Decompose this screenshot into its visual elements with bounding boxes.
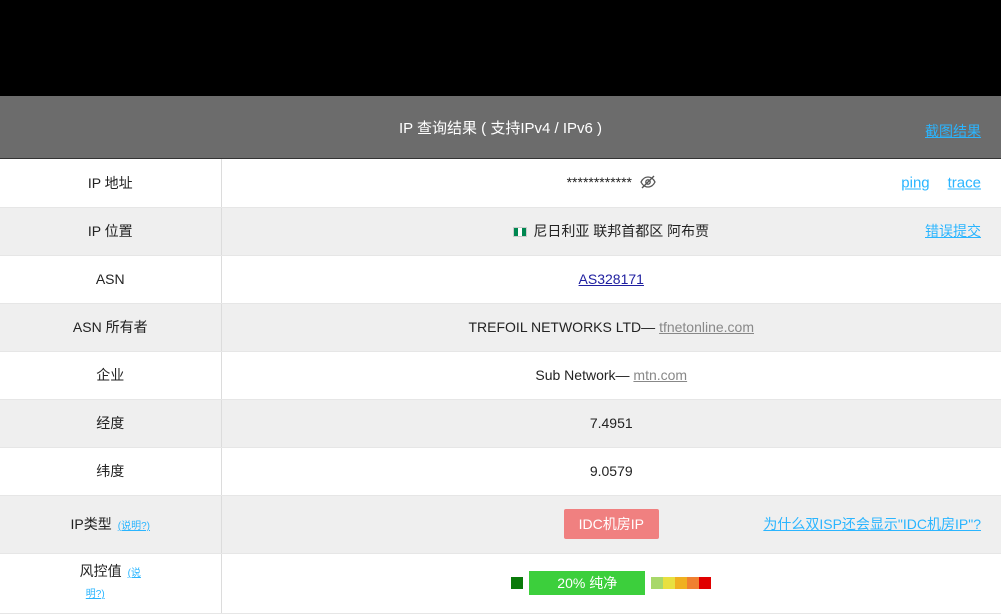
row-risk: 风控值 (说 明?) 20% 纯净 xyxy=(0,553,1001,614)
result-header: IP 查询结果 ( 支持IPv4 / IPv6 ) 截图结果 xyxy=(0,96,1001,159)
row-asn: ASN AS328171 xyxy=(0,255,1001,304)
risk-scale-5 xyxy=(699,577,712,589)
label-risk: 风控值 xyxy=(79,563,122,579)
label-asn-owner: ASN 所有者 xyxy=(0,303,222,352)
risk-scale-4 xyxy=(687,577,700,589)
company-domain-link[interactable]: mtn.com xyxy=(633,367,687,383)
row-asn-owner: ASN 所有者 TREFOIL NETWORKS LTD— tfnetonlin… xyxy=(0,303,1001,352)
risk-scale-2 xyxy=(663,577,676,589)
risk-scale-1 xyxy=(651,577,664,589)
latitude-value: 9.0579 xyxy=(221,447,1001,496)
screenshot-link[interactable]: 截图结果 xyxy=(925,121,981,141)
ip-location-value: 尼日利亚 联邦首都区 阿布贾 xyxy=(533,223,710,239)
result-title: IP 查询结果 ( 支持IPv4 / IPv6 ) xyxy=(398,119,603,137)
risk-level-square xyxy=(511,577,524,589)
trace-link[interactable]: trace xyxy=(948,174,981,191)
longitude-value: 7.4951 xyxy=(221,399,1001,448)
report-error-link[interactable]: 错误提交 xyxy=(925,221,981,241)
ip-type-help-link[interactable]: (说明?) xyxy=(118,521,150,532)
company-value: Sub Network— xyxy=(535,367,634,383)
ip-info-table: IP 地址 ************ ping trace IP 位置 尼日利亚… xyxy=(0,159,1001,614)
row-longitude: 经度 7.4951 xyxy=(0,399,1001,448)
risk-help-link[interactable]: (说 xyxy=(128,568,141,579)
row-ip-location: IP 位置 尼日利亚 联邦首都区 阿布贾 错误提交 xyxy=(0,207,1001,256)
label-ip-type: IP类型 xyxy=(70,516,112,532)
risk-scale-3 xyxy=(675,577,688,589)
why-idc-link[interactable]: 为什么双ISP还会显示"IDC机房IP"? xyxy=(763,514,981,534)
eye-slash-icon[interactable] xyxy=(640,175,656,192)
asn-link[interactable]: AS328171 xyxy=(579,271,644,287)
label-asn: ASN xyxy=(0,255,222,304)
label-latitude: 纬度 xyxy=(0,447,222,496)
row-ip-type: IP类型 (说明?) IDC机房IP 为什么双ISP还会显示"IDC机房IP"? xyxy=(0,495,1001,554)
ip-tool-links: ping trace xyxy=(901,174,981,191)
risk-help-link-2[interactable]: 明?) xyxy=(86,589,105,600)
label-ip-location: IP 位置 xyxy=(0,207,222,256)
label-longitude: 经度 xyxy=(0,399,222,448)
label-ip-address: IP 地址 xyxy=(0,159,222,208)
asn-owner-domain-link[interactable]: tfnetonline.com xyxy=(659,319,754,335)
risk-scale xyxy=(651,577,712,589)
row-company: 企业 Sub Network— mtn.com xyxy=(0,351,1001,400)
row-ip-address: IP 地址 ************ ping trace xyxy=(0,159,1001,208)
risk-score-bar: 20% 纯净 xyxy=(529,571,646,595)
label-company: 企业 xyxy=(0,351,222,400)
ip-address-value: ************ xyxy=(566,173,632,190)
top-black-bar xyxy=(0,0,1001,96)
nigeria-flag-icon xyxy=(513,227,528,238)
risk-indicator: 20% 纯净 xyxy=(511,571,712,595)
idc-badge: IDC机房IP xyxy=(563,509,659,539)
row-latitude: 纬度 9.0579 xyxy=(0,447,1001,496)
asn-owner-value: TREFOIL NETWORKS LTD— xyxy=(468,319,660,335)
ping-link[interactable]: ping xyxy=(901,174,929,191)
